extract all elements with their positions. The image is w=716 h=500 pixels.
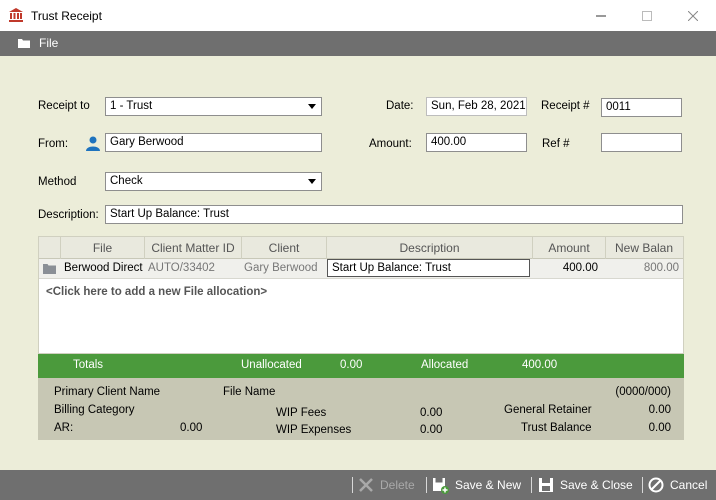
cell-client-matter-id[interactable]: AUTO/33402 — [148, 259, 240, 278]
trust-balance-value: 0.00 — [648, 422, 671, 434]
save-icon — [539, 478, 553, 492]
cancel-button[interactable]: Cancel — [648, 475, 707, 495]
toolbar-separator — [426, 477, 427, 493]
billing-category-label: Billing Category — [54, 404, 135, 416]
receipt-to-select[interactable]: 1 - Trust — [105, 97, 322, 116]
minimize-button[interactable] — [578, 0, 624, 31]
ref-label: Ref # — [542, 138, 570, 150]
save-close-label: Save & Close — [560, 478, 633, 492]
receipt-to-label: Receipt to — [38, 100, 90, 112]
ar-label: AR: — [54, 422, 74, 434]
primary-client-label: Primary Client Name — [54, 386, 161, 398]
wip-fees-label: WIP Fees — [276, 407, 327, 419]
delete-button[interactable]: Delete — [358, 475, 415, 495]
save-new-button[interactable]: Save & New — [432, 475, 521, 495]
folder-icon — [43, 264, 56, 274]
description-label: Description: — [38, 209, 99, 221]
close-icon — [688, 10, 698, 21]
grid-header-icon-col — [39, 237, 60, 259]
footer-toolbar: Delete Save & New Save & Close Cancel — [0, 470, 716, 500]
general-retainer-value: 0.00 — [648, 404, 671, 416]
title-bar: Trust Receipt — [0, 0, 716, 31]
receipt-form: Receipt to 1 - Trust Date: Sun, Feb 28, … — [0, 56, 716, 470]
chevron-down-icon — [308, 179, 316, 184]
chevron-down-icon — [308, 104, 316, 109]
date-label: Date: — [386, 100, 414, 112]
allocated-label: Allocated — [421, 359, 469, 371]
delete-x-icon — [359, 478, 373, 492]
unallocated-label: Unallocated — [241, 359, 302, 371]
file-code: (0000/000) — [615, 386, 671, 398]
date-value: Sun, Feb 28, 2021 — [431, 100, 526, 112]
column-header-description[interactable]: Description — [326, 237, 532, 259]
wip-expenses-label: WIP Expenses — [276, 424, 352, 436]
column-header-amount[interactable]: Amount — [532, 237, 605, 259]
receipt-to-value: 1 - Trust — [110, 100, 153, 112]
toolbar-separator — [642, 477, 643, 493]
method-value: Check — [110, 175, 143, 187]
toolbar-separator — [352, 477, 353, 493]
courthouse-icon — [9, 8, 23, 22]
column-header-client-matter-id[interactable]: Client Matter ID — [144, 237, 241, 259]
general-retainer-label: General Retainer — [504, 404, 592, 416]
grid-header: File Client Matter ID Client Description… — [39, 237, 683, 259]
cancel-label: Cancel — [670, 478, 708, 492]
folder-icon — [18, 39, 30, 48]
cancel-icon — [648, 477, 664, 493]
allocation-grid: File Client Matter ID Client Description… — [38, 236, 684, 354]
file-name-label: File Name — [223, 386, 276, 398]
cell-new-balance: 800.00 — [643, 262, 679, 274]
receipt-number-value: 0011 — [606, 101, 631, 113]
from-label: From: — [38, 138, 69, 150]
receipt-number-label: Receipt # — [541, 100, 590, 112]
file-menu[interactable]: File — [18, 36, 58, 50]
client-info-panel: Primary Client Name File Name (0000/000)… — [38, 378, 684, 440]
table-row[interactable]: Berwood Direct AUTO/33402 Gary Berwood S… — [39, 259, 683, 279]
file-menu-label: File — [39, 36, 59, 50]
description-field[interactable]: Start Up Balance: Trust — [105, 205, 683, 224]
receipt-number-field[interactable]: 0011 — [601, 98, 682, 117]
save-close-button[interactable]: Save & Close — [538, 475, 633, 495]
close-button[interactable] — [670, 0, 716, 31]
trust-balance-label: Trust Balance — [521, 422, 592, 434]
totals-bar: Totals Unallocated 0.00 Allocated 400.00 — [38, 354, 684, 378]
description-value: Start Up Balance: Trust — [110, 208, 229, 220]
wip-expenses-value: 0.00 — [420, 424, 443, 436]
cell-client[interactable]: Gary Berwood — [244, 259, 326, 278]
menu-bar: File — [0, 31, 716, 56]
cell-amount[interactable]: 400.00 — [532, 259, 605, 278]
save-new-label: Save & New — [455, 478, 522, 492]
allocated-value: 400.00 — [522, 359, 558, 371]
cell-file[interactable]: Berwood Direct — [64, 259, 144, 278]
column-header-new-balance[interactable]: New Balan — [605, 237, 683, 259]
toolbar-separator — [531, 477, 532, 493]
window-title: Trust Receipt — [31, 9, 102, 23]
cell-description[interactable]: Start Up Balance: Trust — [327, 259, 530, 277]
ref-field[interactable] — [601, 133, 682, 152]
date-field[interactable]: Sun, Feb 28, 2021 — [426, 97, 527, 116]
maximize-button[interactable] — [624, 0, 670, 31]
ar-value: 0.00 — [180, 422, 203, 434]
amount-field[interactable]: 400.00 — [426, 133, 527, 152]
totals-label: Totals — [73, 359, 104, 371]
unallocated-value: 0.00 — [340, 359, 363, 371]
minimize-icon — [596, 15, 606, 16]
method-select[interactable]: Check — [105, 172, 322, 191]
column-header-client[interactable]: Client — [241, 237, 326, 259]
column-header-file[interactable]: File — [60, 237, 144, 259]
method-label: Method — [38, 176, 77, 188]
save-new-icon — [433, 477, 449, 494]
from-field[interactable]: Gary Berwood — [105, 133, 322, 152]
person-icon[interactable] — [86, 136, 100, 151]
delete-label: Delete — [380, 478, 415, 492]
maximize-icon — [642, 10, 652, 21]
amount-label: Amount: — [369, 138, 412, 150]
wip-fees-value: 0.00 — [420, 407, 443, 419]
amount-value: 400.00 — [431, 136, 467, 148]
from-value: Gary Berwood — [110, 136, 184, 148]
add-file-allocation-row[interactable]: <Click here to add a new File allocation… — [46, 286, 267, 298]
